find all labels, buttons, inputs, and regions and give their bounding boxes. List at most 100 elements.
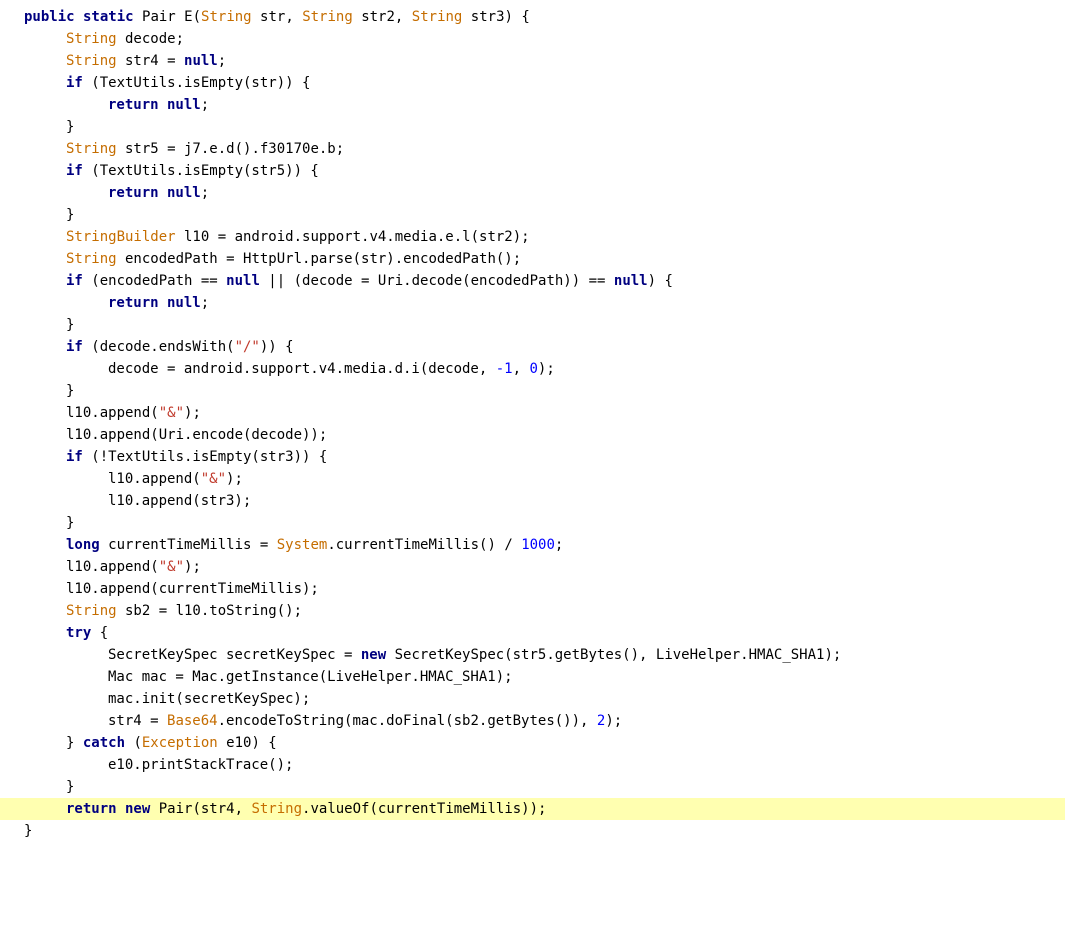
code-line: String str5 = j7.e.d().f30170e.b;: [0, 138, 1065, 160]
code-token: StringBuilder: [66, 229, 176, 245]
code-line: return null;: [0, 94, 1065, 116]
code-token: -1: [495, 361, 513, 377]
code-token: SecretKeySpec(str5.getBytes(), LiveHelpe…: [386, 647, 842, 663]
code-token: ;: [200, 295, 210, 311]
code-token: ,: [512, 361, 530, 377]
code-line: return new Pair(str4, String.valueOf(cur…: [0, 798, 1065, 820]
code-token: if: [66, 163, 83, 179]
code-line: return null;: [0, 182, 1065, 204]
code-line: if (encodedPath == null || (decode = Uri…: [0, 270, 1065, 292]
code-line: String str4 = null;: [0, 50, 1065, 72]
code-token: );: [537, 361, 555, 377]
code-token: "&": [158, 559, 185, 575]
code-token: || (decode = Uri.decode(encodedPath)) ==: [259, 273, 614, 289]
code-token: }: [66, 735, 83, 751]
code-line: l10.append("&");: [0, 402, 1065, 424]
code-token: String: [66, 141, 117, 157]
code-token: str4 =: [116, 53, 185, 69]
code-token: String: [251, 801, 303, 817]
code-token: str3) {: [462, 9, 530, 25]
code-token: }: [66, 119, 75, 135]
code-line: String decode;: [0, 28, 1065, 50]
code-token: null: [226, 273, 260, 289]
code-token: str,: [251, 9, 303, 25]
code-token: Pair(str4,: [150, 801, 252, 817]
code-token: encodedPath = HttpUrl.parse(str).encoded…: [116, 251, 522, 267]
code-token: ;: [200, 185, 210, 201]
code-token: String: [411, 9, 463, 25]
code-token: "/": [234, 339, 260, 355]
code-line: }: [0, 314, 1065, 336]
code-token: ;: [554, 537, 564, 553]
code-token: l10.append(: [108, 471, 201, 487]
code-token: );: [605, 713, 623, 729]
code-line: l10.append(currentTimeMillis);: [0, 578, 1065, 600]
code-line: mac.init(secretKeySpec);: [0, 688, 1065, 710]
code-token: Mac mac = Mac.getInstance(LiveHelper.HMA…: [108, 669, 513, 685]
code-token: .encodeToString(mac.doFinal(sb2.getBytes…: [217, 713, 597, 729]
code-line: }: [0, 512, 1065, 534]
code-token: catch: [82, 735, 126, 751]
code-token: (: [125, 735, 142, 751]
code-token: currentTimeMillis =: [99, 537, 277, 553]
code-token: return null: [108, 295, 201, 311]
code-token: public static: [24, 9, 143, 25]
code-token: str5 = j7.e.d().f30170e.b;: [116, 141, 345, 157]
code-token: sb2 = l10.toString();: [116, 603, 303, 619]
code-token: mac.init(secretKeySpec);: [108, 691, 311, 707]
code-editor[interactable]: public static Pair E(String str, String …: [0, 0, 1065, 925]
code-token: }: [66, 515, 75, 531]
code-token: new: [360, 647, 387, 663]
code-token: .currentTimeMillis() /: [327, 537, 522, 553]
code-token: (!TextUtils.isEmpty(str3)) {: [82, 449, 328, 465]
code-token: 1000: [521, 537, 555, 553]
code-token: long: [66, 537, 100, 553]
code-token: l10.append(: [66, 405, 159, 421]
code-line: if (decode.endsWith("/")) {: [0, 336, 1065, 358]
code-token: null: [184, 53, 218, 69]
code-line: return null;: [0, 292, 1065, 314]
code-token: ;: [217, 53, 227, 69]
code-line: String sb2 = l10.toString();: [0, 600, 1065, 622]
code-token: Pair E(: [142, 9, 202, 25]
code-token: );: [226, 471, 243, 487]
code-token: );: [184, 559, 201, 575]
code-token: ) {: [647, 273, 673, 289]
code-token: String: [302, 9, 353, 25]
code-token: return null: [108, 185, 201, 201]
code-token: l10.append(Uri.encode(decode));: [66, 427, 328, 443]
code-token: String: [201, 9, 252, 25]
code-line: }: [0, 204, 1065, 226]
code-token: "&": [158, 405, 185, 421]
code-line: decode = android.support.v4.media.d.i(de…: [0, 358, 1065, 380]
code-token: SecretKeySpec secretKeySpec =: [108, 647, 361, 663]
code-token: str4 =: [108, 713, 168, 729]
code-line: Mac mac = Mac.getInstance(LiveHelper.HMA…: [0, 666, 1065, 688]
code-token: }: [66, 779, 75, 795]
code-token: l10.append(currentTimeMillis);: [66, 581, 319, 597]
code-line: public static Pair E(String str, String …: [0, 6, 1065, 28]
code-line: SecretKeySpec secretKeySpec = new Secret…: [0, 644, 1065, 666]
code-token: .valueOf(currentTimeMillis));: [302, 801, 547, 817]
code-token: }: [24, 823, 33, 839]
code-line: str4 = Base64.encodeToString(mac.doFinal…: [0, 710, 1065, 732]
code-line: }: [0, 820, 1065, 842]
code-token: if: [66, 273, 83, 289]
code-token: try: [66, 625, 92, 641]
code-token: ;: [200, 97, 210, 113]
code-line: l10.append("&");: [0, 556, 1065, 578]
code-token: (encodedPath ==: [82, 273, 227, 289]
code-token: String: [66, 31, 117, 47]
code-token: return null: [108, 97, 201, 113]
code-token: {: [91, 625, 109, 641]
code-token: Base64: [167, 713, 218, 729]
code-token: e10.printStackTrace();: [108, 757, 294, 773]
code-line: l10.append(Uri.encode(decode));: [0, 424, 1065, 446]
code-token: }: [66, 317, 75, 333]
code-token: System: [276, 537, 328, 553]
code-token: );: [184, 405, 201, 421]
code-token: String: [66, 603, 117, 619]
code-line: }: [0, 380, 1065, 402]
code-token: if: [66, 75, 83, 91]
code-line: if (TextUtils.isEmpty(str5)) {: [0, 160, 1065, 182]
